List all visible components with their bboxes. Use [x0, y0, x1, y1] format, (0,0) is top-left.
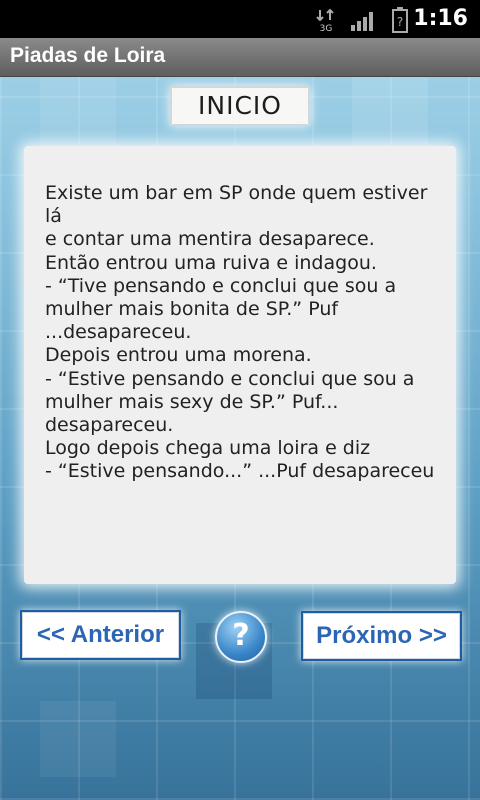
network-3g-icon: 3G — [316, 8, 334, 32]
next-button[interactable]: Próximo >> — [301, 611, 462, 661]
joke-text: Existe um bar em SP onde quem estiver lá… — [45, 182, 435, 483]
help-icon[interactable]: ? — [215, 611, 267, 663]
signal-icon — [351, 12, 373, 31]
previous-button[interactable]: << Anterior — [20, 610, 181, 660]
background-tile — [352, 77, 428, 153]
status-bar: 3G ? 1:16 — [0, 0, 480, 38]
battery-icon: ? — [392, 7, 408, 33]
background-tile — [40, 701, 116, 777]
page-title: INICIO — [170, 86, 310, 126]
clock: 1:16 — [413, 6, 468, 31]
joke-panel: Existe um bar em SP onde quem estiver lá… — [24, 146, 456, 584]
background-tile — [40, 77, 116, 153]
svg-text:?: ? — [397, 15, 403, 29]
app-title: Piadas de Loira — [10, 44, 166, 67]
app-title-bar: Piadas de Loira — [0, 38, 480, 77]
svg-text:3G: 3G — [320, 24, 333, 32]
